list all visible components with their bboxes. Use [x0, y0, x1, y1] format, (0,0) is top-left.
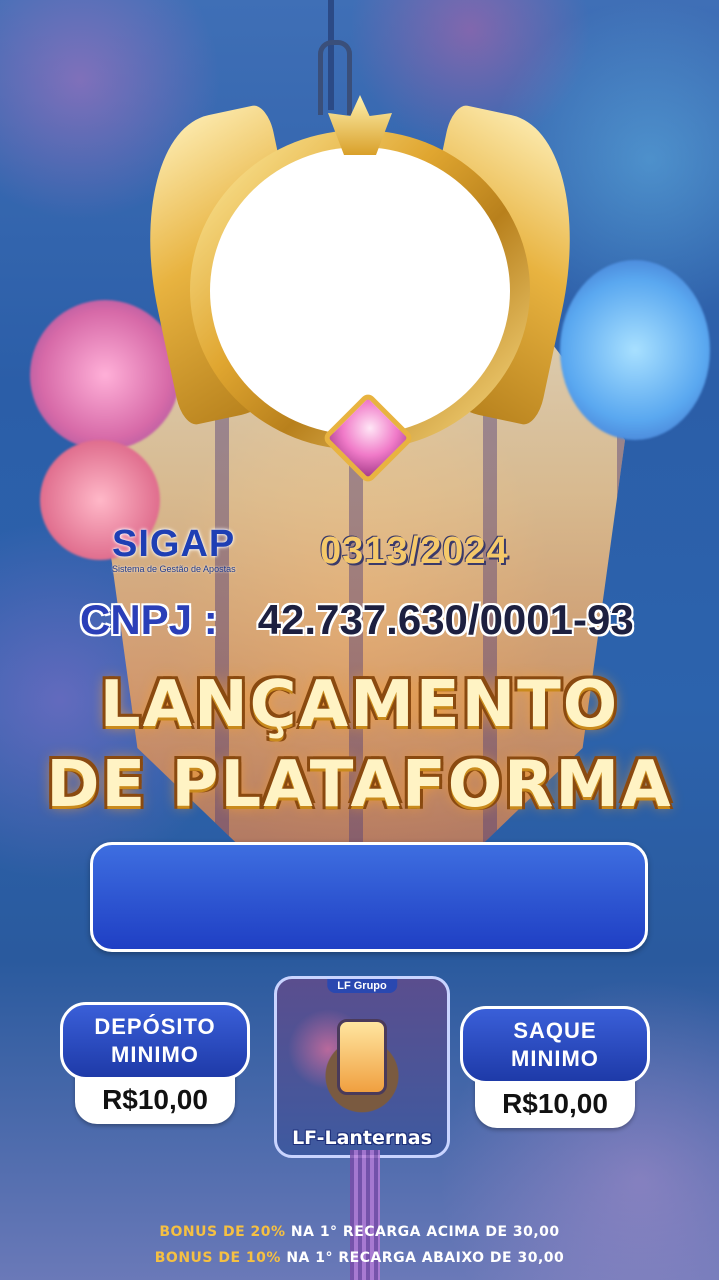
cnpj-label: CNPJ : — [80, 596, 218, 643]
bonus-highlight: BONUS DE 20% — [159, 1224, 286, 1240]
launch-date: 0313/2024 — [320, 530, 509, 572]
logo-subtitle: Sistema de Gestão de Apostas — [112, 564, 236, 574]
blue-banner-box — [90, 842, 648, 952]
bonus-text: NA 1° RECARGA ACIMA DE 30,00 — [290, 1224, 560, 1240]
avatar-placeholder — [210, 147, 510, 435]
withdraw-label-line2: MINIMO — [511, 1046, 599, 1071]
headline-line-1: LANÇAMENTO — [99, 668, 620, 742]
bonus-text: NA 1° RECARGA ABAIXO DE 30,00 — [286, 1250, 565, 1266]
flower-decoration — [560, 260, 710, 440]
logo-title: SIGAP — [112, 523, 236, 565]
game-card[interactable]: LF Grupo LF-Lanternas — [274, 976, 450, 1158]
deposit-minimum-badge: DEPÓSITO MINIMO R$10,00 — [60, 1002, 250, 1124]
deposit-label: DEPÓSITO MINIMO — [60, 1002, 250, 1080]
sigap-logo: SIGAP Sistema de Gestão de Apostas — [112, 524, 262, 574]
deposit-label-line2: MINIMO — [111, 1042, 199, 1067]
cnpj-number: 42.737.630/0001-93 — [257, 596, 634, 643]
bonus-line-1: BONUS DE 20% NA 1° RECARGA ACIMA DE 30,0… — [0, 1224, 719, 1240]
withdraw-minimum-badge: SAQUE MINIMO R$10,00 — [460, 1006, 650, 1128]
game-card-name: LF-Lanternas — [292, 1127, 432, 1149]
deposit-label-line1: DEPÓSITO — [94, 1014, 216, 1039]
bonus-highlight: BONUS DE 10% — [154, 1250, 281, 1266]
game-card-tag: LF Grupo — [327, 979, 397, 993]
withdraw-label-line1: SAQUE — [513, 1018, 597, 1043]
headline-line-2: DE PLATAFORMA — [46, 748, 673, 822]
lantern-icon — [337, 1019, 387, 1095]
bonus-line-2: BONUS DE 10% NA 1° RECARGA ABAIXO DE 30,… — [0, 1250, 719, 1266]
cnpj-line: CNPJ : 42.737.630/0001-93 — [80, 596, 634, 644]
withdraw-label: SAQUE MINIMO — [460, 1006, 650, 1084]
golden-frame — [120, 95, 600, 495]
